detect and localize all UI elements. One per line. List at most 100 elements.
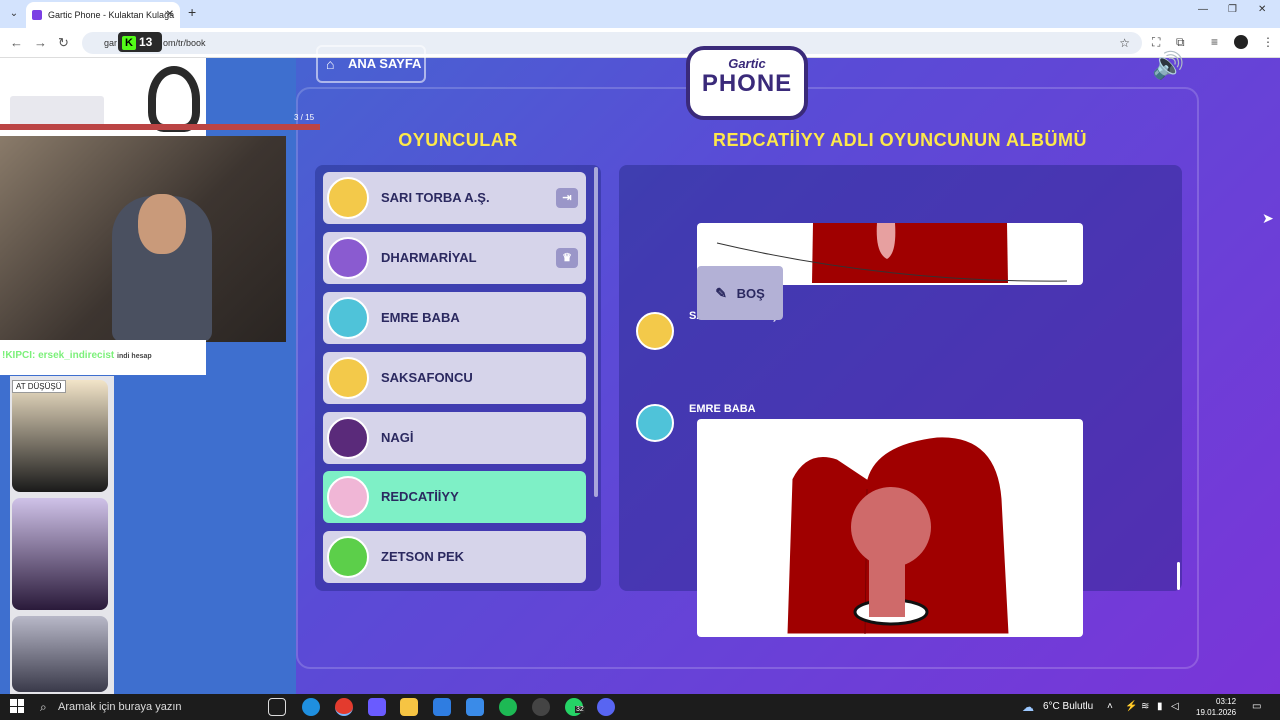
copilot-icon[interactable] (368, 698, 386, 716)
player-name: SAKSAFONCU (381, 370, 473, 385)
edge-icon[interactable] (302, 698, 320, 716)
host-crown-icon: ♛ (556, 248, 578, 268)
mic-icon[interactable]: ▮ (1157, 694, 1163, 720)
album-scrollbar[interactable] (1177, 562, 1180, 590)
browser-tab-strip: ⌄ Gartic Phone - Kulaktan Kulağa ✕ + — ❐… (0, 0, 1280, 28)
overlay-progress-bar (0, 124, 320, 130)
back-icon[interactable]: ← (10, 35, 23, 50)
taskbar-clock[interactable]: 03:12 19.01.2026 (1196, 696, 1236, 718)
stream-viewer-badge: K 13 (118, 32, 162, 52)
player-avatar (327, 357, 369, 399)
forward-icon[interactable]: → (34, 35, 47, 50)
kick-logo-icon: K (122, 36, 136, 50)
weather-icon: ☁ (1022, 700, 1034, 714)
minimize-icon[interactable]: — (1198, 4, 1208, 15)
screenshot-icon[interactable]: ⛶ (1152, 35, 1160, 50)
author-avatar (636, 404, 674, 442)
weather-text[interactable]: 6°C Bulutlu (1043, 694, 1093, 720)
spotify-icon[interactable] (499, 698, 517, 716)
notification-count: 32 (575, 706, 585, 713)
clock-date: 19.01.2026 (1196, 708, 1237, 717)
player-row: DHARMARİYAL ♛ (323, 232, 586, 284)
gartic-favicon-icon (32, 10, 42, 20)
player-row: EMRE BABA (323, 292, 586, 344)
player-row: ZETSON PEK (323, 531, 586, 583)
app-icon[interactable] (532, 698, 550, 716)
home-button-label: ANA SAYFA (348, 56, 422, 71)
reload-icon[interactable]: ↻ (58, 35, 69, 51)
pencil-icon: ✎ (715, 285, 727, 301)
tab-close-icon[interactable]: ✕ (166, 2, 174, 28)
player-name: DHARMARİYAL (381, 250, 477, 265)
album-drawing-card (697, 419, 1083, 637)
players-heading: OYUNCULAR (398, 130, 518, 150)
phone-image (12, 616, 108, 692)
player-name: REDCATİİYY (381, 489, 459, 504)
player-row: SARI TORBA A.Ş. ⇥ (323, 172, 586, 224)
volume-icon[interactable]: ◁ (1171, 694, 1179, 720)
empty-entry-bubble: ✎ BOŞ (697, 266, 783, 320)
player-avatar (327, 417, 369, 459)
home-icon: ⌂ (326, 56, 335, 72)
chrome-icon[interactable] (335, 698, 353, 716)
overlay-progress-label: 3 / 15 (294, 113, 315, 122)
bookmark-star-icon[interactable]: ☆ (1119, 32, 1130, 54)
url-prefix: gar (104, 38, 118, 48)
window-close-icon[interactable]: ✕ (1258, 4, 1266, 15)
logo-bottom-text: PHONE (701, 70, 793, 97)
player-name: SARI TORBA A.Ş. (381, 190, 490, 205)
url-field[interactable]: gar om/tr/book ☆ (82, 32, 1142, 54)
taskbar-search[interactable]: ⌕ Aramak için buraya yazın (36, 696, 260, 718)
player-avatar (327, 297, 369, 339)
discord-icon[interactable] (597, 698, 615, 716)
stream-ad-text: !KIPCI: ersek_indirecist (2, 350, 115, 361)
drawing-image (786, 436, 1010, 635)
search-icon: ⌕ (40, 700, 47, 714)
headset-image (148, 66, 200, 132)
taskbar: ⌕ Aramak için buraya yazın 32 ☁ 6°C Bulu… (0, 694, 1280, 720)
profile-avatar[interactable] (1234, 35, 1248, 49)
stream-ad-banner: !KIPCI: ersek_indirecist indi hesap (0, 340, 206, 375)
whatsapp-icon[interactable]: 32 (565, 698, 585, 716)
player-row-active: REDCATİİYY (323, 471, 586, 523)
store-icon[interactable] (466, 698, 484, 716)
extensions-icon[interactable]: ⧉ (1176, 35, 1185, 50)
player-row: SAKSAFONCU (323, 352, 586, 404)
mail-icon[interactable] (433, 698, 451, 716)
task-view-icon[interactable] (268, 698, 286, 716)
phone-image (12, 498, 108, 610)
players-scrollbar[interactable] (594, 167, 598, 497)
url-suffix: om/tr/book (163, 38, 206, 48)
tab-list-chevron-icon[interactable]: ⌄ (6, 6, 22, 22)
tab-gartic-phone[interactable]: Gartic Phone - Kulaktan Kulağa ✕ (26, 2, 180, 28)
streamer-face (138, 194, 186, 254)
player-avatar (327, 476, 369, 518)
phone-ad-label: AT DÜŞÜŞÜ (12, 380, 66, 393)
media-control-icon[interactable]: ≡ (1211, 35, 1218, 49)
windows-start-icon[interactable] (10, 699, 24, 713)
maximize-icon[interactable]: ❐ (1228, 4, 1237, 15)
entry-author: EMRE BABA (689, 403, 756, 415)
phone-image (12, 380, 108, 492)
player-avatar (327, 177, 369, 219)
notification-center-icon[interactable]: ▭ (1252, 694, 1261, 720)
network-icon[interactable]: ⚡ (1125, 694, 1137, 720)
browser-menu-icon[interactable]: ⋮ (1262, 35, 1274, 49)
viewer-count: 13 (139, 35, 153, 49)
address-bar-row: ← → ↻ gar om/tr/book ☆ (0, 28, 1280, 58)
tray-chevron-icon[interactable]: ˄ (1107, 694, 1113, 720)
stream-ad-sub: indi hesap (117, 353, 152, 360)
author-avatar (636, 312, 674, 350)
new-tab-button[interactable]: + (188, 4, 196, 20)
wifi-icon[interactable]: ≋ (1141, 694, 1149, 720)
clock-time: 03:12 (1216, 697, 1237, 706)
kick-player-icon[interactable]: ⇥ (556, 188, 578, 208)
players-list: SARI TORBA A.Ş. ⇥ DHARMARİYAL ♛ EMRE BAB… (315, 165, 601, 591)
home-button[interactable]: ⌂ ANA SAYFA (316, 45, 426, 83)
empty-entry-text: BOŞ (736, 286, 765, 301)
player-avatar (327, 237, 369, 279)
taskbar-search-placeholder: Aramak için buraya yazın (58, 701, 182, 713)
player-avatar (327, 536, 369, 578)
sound-toggle-icon[interactable]: 🔊 (1152, 50, 1184, 81)
file-explorer-icon[interactable] (400, 698, 418, 716)
